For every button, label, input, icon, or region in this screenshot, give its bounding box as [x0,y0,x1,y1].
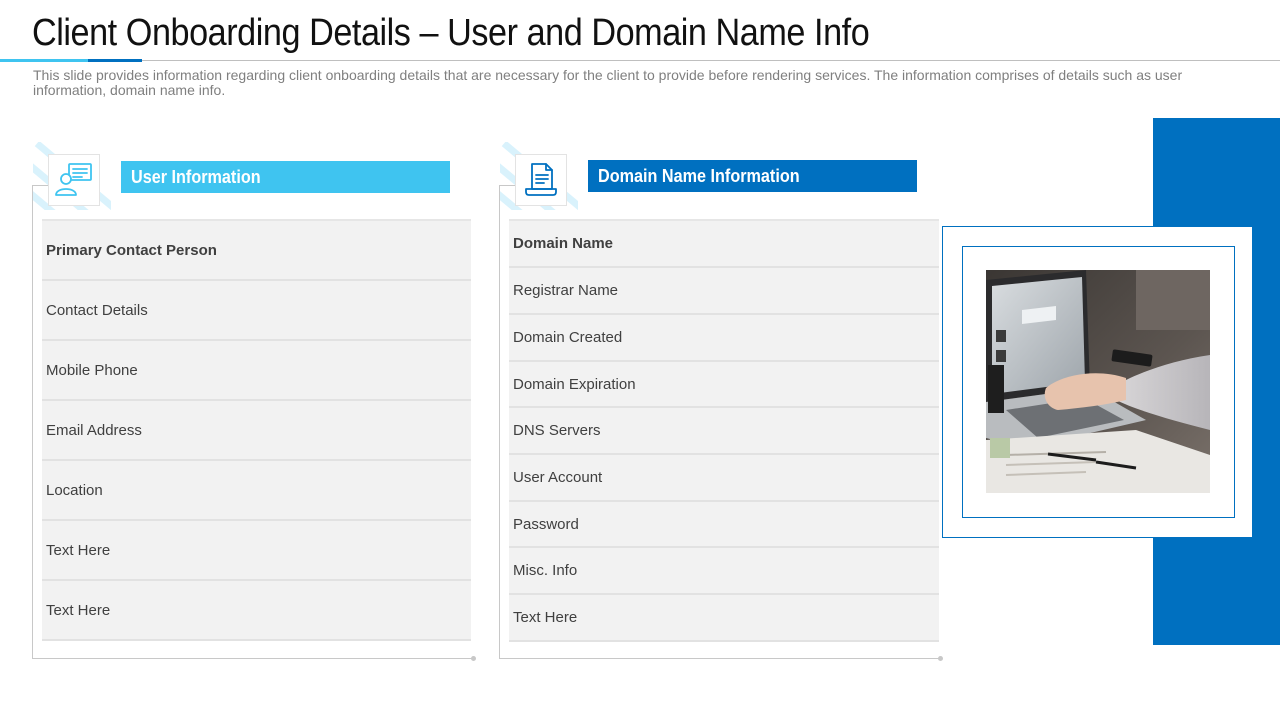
domain-info-header-label: Domain Name Information [598,166,800,186]
page-subtitle: This slide provides information regardin… [33,67,1183,98]
person-typing-on-laptop-image [986,270,1210,493]
title-divider [0,60,1280,61]
domain-info-row: Domain Created [509,315,939,362]
domain-info-row: DNS Servers [509,408,939,455]
user-info-table: Primary Contact Person Contact Details M… [42,219,471,641]
domain-info-header: Domain Name Information [588,160,917,192]
domain-info-row: Misc. Info [509,548,939,595]
page-title: Client Onboarding Details – User and Dom… [32,12,870,54]
domain-info-row: Domain Name [509,221,939,268]
domain-info-row: Text Here [509,595,939,642]
domain-icon-box [515,154,567,206]
user-info-header: User Information [121,161,450,193]
user-frame-end-dot [471,656,476,661]
user-info-row: Text Here [42,521,471,581]
title-accent-light [0,59,88,62]
user-info-row: Primary Contact Person [42,221,471,281]
user-document-icon [55,163,92,196]
laptop-photo [986,270,1210,493]
domain-info-table: Domain Name Registrar Name Domain Create… [509,219,939,642]
user-info-row: Mobile Phone [42,341,471,401]
user-info-header-label: User Information [131,167,261,187]
domain-frame-end-dot [938,656,943,661]
user-info-row: Text Here [42,581,471,641]
user-info-row: Email Address [42,401,471,461]
domain-info-row: Password [509,502,939,548]
domain-info-row: Registrar Name [509,268,939,315]
domain-info-row: Domain Expiration [509,362,939,408]
user-info-row: Location [42,461,471,521]
user-info-row: Contact Details [42,281,471,341]
domain-info-row: User Account [509,455,939,502]
user-icon-box [48,154,100,206]
document-laptop-icon [525,163,557,196]
title-accent-dark [88,59,142,62]
